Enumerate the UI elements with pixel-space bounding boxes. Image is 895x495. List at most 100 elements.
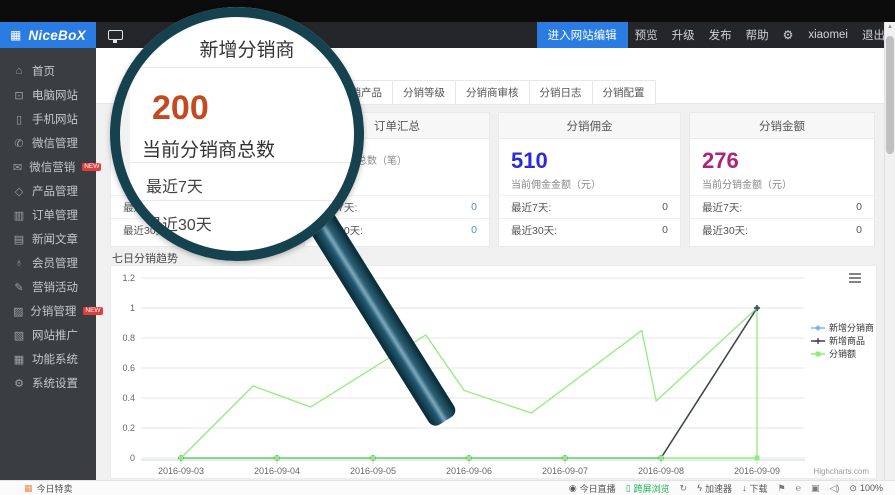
tab-1[interactable]: 分销等级 xyxy=(392,80,456,105)
tab-2[interactable]: 分销商审核 xyxy=(455,80,530,105)
svg-text:0.4: 0.4 xyxy=(122,393,135,403)
legend-label-1[interactable]: 新增商品 xyxy=(829,335,865,346)
status-right-group: ◉今日直播 ▯跨屏浏览 ↻ ϟ加速器 ↓下载 ⚑ ℮ ▣ ◁) ⊙100% xyxy=(569,482,895,495)
row-value: 0 xyxy=(856,224,862,236)
function-icon: ▦ xyxy=(13,353,25,366)
desktop-icon: ⊡ xyxy=(13,89,25,102)
legend-label-0[interactable]: 新增分销商 xyxy=(829,322,874,333)
legend-label-2[interactable]: 分销额 xyxy=(829,348,856,359)
navbar-right-group: 进入网站编辑 预览 升级 发布 帮助 ⚙ xiaomei 退出 xyxy=(537,22,895,48)
download-icon: ↓ xyxy=(742,483,747,493)
username-label[interactable]: xiaomei xyxy=(800,29,856,41)
tab-3[interactable]: 分销日志 xyxy=(529,80,593,105)
sidebar-item-13[interactable]: ⚙系统设置 xyxy=(0,371,96,395)
tab-4[interactable]: 分销配置 xyxy=(592,80,656,105)
status-item-6[interactable]: ℮ xyxy=(796,483,801,493)
card-sublabel: 当前分销金额（元） xyxy=(702,176,862,191)
svg-text:0.6: 0.6 xyxy=(122,363,135,373)
accelerator-icon: ϟ xyxy=(697,483,702,493)
status-item-0[interactable]: ◉今日直播 xyxy=(569,482,616,495)
sidebar-item-label: 分销管理 xyxy=(30,303,76,319)
wechat-marketing-icon: ✉ xyxy=(13,161,22,174)
row-value: 0 xyxy=(662,201,668,213)
svg-text:0.2: 0.2 xyxy=(122,423,135,433)
svg-text:2016-09-06: 2016-09-06 xyxy=(446,466,492,476)
sidebar-item-5[interactable]: ◇产品管理 xyxy=(0,179,96,203)
nav-upgrade-link[interactable]: 升级 xyxy=(665,27,702,43)
status-item-label: 跨屏浏览 xyxy=(634,482,670,495)
sidebar-item-6[interactable]: ▥订单管理 xyxy=(0,203,96,227)
cross-screen-icon: ▯ xyxy=(626,483,631,494)
row-value[interactable]: 0 xyxy=(471,224,477,236)
card-value: 510 xyxy=(511,149,668,173)
scrollbar-thumb[interactable] xyxy=(886,36,894,154)
status-item-5[interactable]: ⚑ xyxy=(778,483,786,494)
chart-card: 1.210.80.60.40.202016-09-032016-09-04201… xyxy=(110,265,877,479)
sidebar-item-0[interactable]: ⌂首页 xyxy=(0,59,96,83)
nav-help-link[interactable]: 帮助 xyxy=(739,27,776,43)
stat-card-3: 分销金额276当前分销金额（元）最近7天:0最近30天:0 xyxy=(689,112,875,247)
status-item-3[interactable]: ϟ加速器 xyxy=(697,482,732,495)
chart-export-menu-icon[interactable] xyxy=(847,271,863,285)
svg-text:2016-09-03: 2016-09-03 xyxy=(158,466,204,476)
nav-publish-link[interactable]: 发布 xyxy=(702,27,739,43)
row-value[interactable]: 0 xyxy=(471,201,477,213)
sidebar-item-label: 系统设置 xyxy=(32,375,78,391)
enter-site-editor-button[interactable]: 进入网站编辑 xyxy=(537,22,628,48)
sidebar-item-8[interactable]: ♁会员管理 xyxy=(0,251,96,275)
status-item-8[interactable]: ◁) xyxy=(830,483,840,494)
sidebar-item-2[interactable]: ▯手机网站 xyxy=(0,107,96,131)
status-item-label: 下载 xyxy=(749,482,767,495)
svg-text:1: 1 xyxy=(130,303,135,313)
sidebar-item-11[interactable]: ▧网站推广 xyxy=(0,323,96,347)
promotion-icon: ▧ xyxy=(13,329,25,342)
svg-text:0.8: 0.8 xyxy=(122,333,135,343)
chart-gridlines xyxy=(141,278,805,464)
nav-preview-link[interactable]: 预览 xyxy=(628,27,665,43)
speaker-icon: ◁) xyxy=(830,483,840,494)
svg-text:2016-09-04: 2016-09-04 xyxy=(254,466,300,476)
card-row-7days: 最近7天:0 xyxy=(690,195,874,218)
sidebar-item-label: 手机网站 xyxy=(32,111,78,127)
status-item-7[interactable]: ▣ xyxy=(811,483,820,494)
status-item-label: 今日直播 xyxy=(580,482,616,495)
live-icon: ◉ xyxy=(569,483,577,494)
sidebar-item-label: 产品管理 xyxy=(32,183,78,199)
row-value: 0 xyxy=(662,224,668,236)
magnified-monitor-icon xyxy=(144,17,157,26)
browser-icon: ℮ xyxy=(796,483,801,493)
dashboard-app: ▦ NiceBoX 进入网站编辑 预览 升级 发布 帮助 ⚙ xiaomei 退… xyxy=(0,0,895,495)
distribution-icon: ▨ xyxy=(13,305,23,318)
page-scrollbar[interactable]: ▲ xyxy=(884,22,895,480)
sidebar-item-1[interactable]: ⊡电脑网站 xyxy=(0,83,96,107)
card-value: 276 xyxy=(702,149,862,173)
sidebar-nav: ⌂首页⊡电脑网站▯手机网站✆微信管理✉微信营销NEW◇产品管理▥订单管理▤新闻文… xyxy=(0,48,96,480)
sidebar-item-7[interactable]: ▤新闻文章 xyxy=(0,227,96,251)
sidebar-item-9[interactable]: ✎营销活动 xyxy=(0,275,96,299)
sidebar-item-label: 订单管理 xyxy=(32,207,78,223)
status-item-9[interactable]: ⊙100% xyxy=(849,483,883,494)
scrollbar-up-arrow[interactable]: ▲ xyxy=(885,24,895,30)
sidebar-item-12[interactable]: ▦功能系统 xyxy=(0,347,96,371)
brand-logo[interactable]: ▦ NiceBoX xyxy=(0,22,96,48)
status-item-2[interactable]: ↻ xyxy=(680,483,688,494)
chart-legend[interactable]: 新增分销商新增商品分销额 xyxy=(811,322,874,359)
gear-icon[interactable]: ⚙ xyxy=(776,28,801,42)
sidebar-item-4[interactable]: ✉微信营销NEW xyxy=(0,155,96,179)
grid-menu-icon[interactable]: ▦ xyxy=(10,29,21,41)
sidebar-item-3[interactable]: ✆微信管理 xyxy=(0,131,96,155)
flag-icon: ⚑ xyxy=(778,483,786,494)
brand-name: NiceBoX xyxy=(28,28,86,43)
status-left-group[interactable]: ▦ 今日特卖 xyxy=(0,482,73,495)
row-label: 最近7天: xyxy=(511,200,551,215)
highcharts-credit[interactable]: Highcharts.com xyxy=(813,467,869,476)
status-item-4[interactable]: ↓下载 xyxy=(742,482,768,495)
campaign-icon: ✎ xyxy=(13,281,25,294)
row-label: 最近30天: xyxy=(511,223,557,238)
refresh-icon: ↻ xyxy=(680,483,688,494)
status-item-1[interactable]: ▯跨屏浏览 xyxy=(626,482,670,495)
svg-text:1.2: 1.2 xyxy=(122,273,135,283)
card-sublabel: 当前佣金金额（元） xyxy=(511,176,668,191)
sidebar-item-10[interactable]: ▨分销管理NEW xyxy=(0,299,96,323)
trend-line-chart: 1.210.80.60.40.202016-09-032016-09-04201… xyxy=(111,266,876,478)
